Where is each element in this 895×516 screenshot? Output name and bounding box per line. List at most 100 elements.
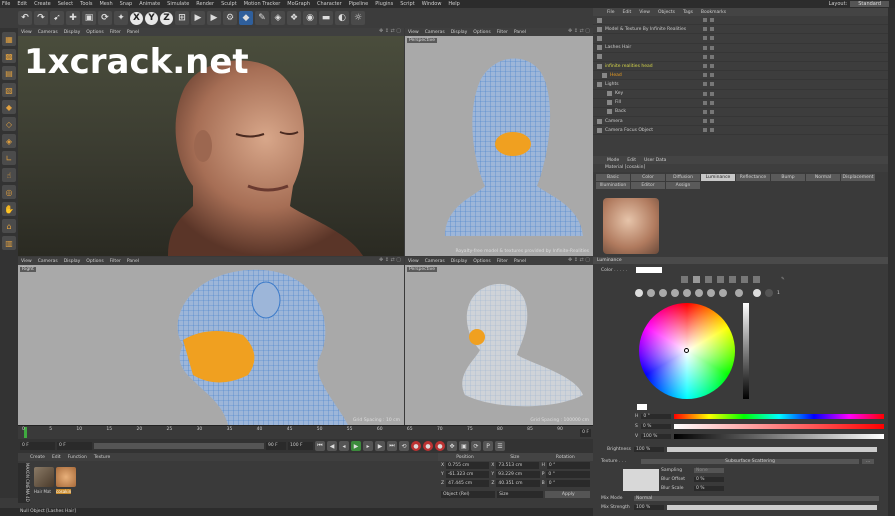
object-row[interactable]: Lights <box>593 80 888 90</box>
texture-shader-button[interactable]: Subsurface Scattering <box>641 459 860 464</box>
viewport-menu-item[interactable]: View <box>21 259 32 264</box>
viewport-menu-item[interactable]: Cameras <box>38 30 58 35</box>
size-z-field[interactable]: 40.351 cm <box>496 480 540 487</box>
polygons-mode-icon[interactable]: ◈ <box>2 134 16 148</box>
viewport-menu-item[interactable]: Panel <box>127 259 139 264</box>
hsv-slider[interactable] <box>673 424 884 429</box>
object-menu-item[interactable]: File <box>607 10 615 15</box>
viewport-menu-item[interactable]: Options <box>473 259 490 264</box>
deformer-icon[interactable]: ◉ <box>303 11 317 25</box>
viewport-menu-item[interactable]: View <box>408 30 419 35</box>
visibility-flags[interactable] <box>703 100 714 105</box>
color-wheel-picker[interactable] <box>684 348 689 353</box>
object-menu-item[interactable]: Edit <box>623 10 632 15</box>
brightness-field[interactable]: 100 % <box>633 447 664 452</box>
points-mode-icon[interactable]: ◆ <box>2 100 16 114</box>
cube-icon[interactable]: ◆ <box>239 11 253 25</box>
material-tab[interactable]: Displacement <box>841 174 875 181</box>
menu-item[interactable]: MoGraph <box>287 1 310 7</box>
texture-menu-button[interactable]: ... <box>862 459 875 464</box>
param-key-icon[interactable]: P <box>483 441 493 451</box>
material-tab[interactable]: Basic <box>596 174 630 181</box>
menu-item[interactable]: Sculpt <box>221 1 237 7</box>
prev-key-icon[interactable]: ◀ <box>327 441 337 451</box>
make-editable-icon[interactable]: ▦ <box>2 32 16 46</box>
perspective-viewport-top[interactable]: Perspective Royalty-free model & texture… <box>405 36 593 256</box>
z-axis-icon[interactable]: Z <box>160 11 173 25</box>
size-x-field[interactable]: 73.513 cm <box>496 462 540 469</box>
menu-item[interactable]: Window <box>422 1 442 7</box>
material-tab[interactable]: Normal <box>806 174 840 181</box>
record-icon[interactable]: ● <box>411 441 421 451</box>
viewport-menu-item[interactable]: View <box>408 259 419 264</box>
viewport-menu-item[interactable]: Display <box>64 259 81 264</box>
preset-swatch-icon[interactable] <box>671 289 679 297</box>
menu-item[interactable]: File <box>2 1 10 7</box>
array-icon[interactable]: ❖ <box>287 11 301 25</box>
loop-icon[interactable]: ⟲ <box>399 441 409 451</box>
timeline-menu-icon[interactable]: ☰ <box>495 441 505 451</box>
visibility-flags[interactable] <box>703 27 714 32</box>
layout-selector[interactable]: Layout: Standard <box>829 1 889 7</box>
material-menu-item[interactable]: Texture <box>94 455 110 460</box>
hsv-slider[interactable] <box>674 434 885 439</box>
object-row[interactable] <box>593 34 888 44</box>
eyedropper-icon[interactable]: ✎ <box>781 277 785 282</box>
layout-value[interactable]: Standard <box>850 1 889 7</box>
edges-mode-icon[interactable]: ◇ <box>2 117 16 131</box>
snap-icon[interactable]: ◎ <box>2 185 16 199</box>
go-to-end-icon[interactable]: ⏭ <box>387 441 397 451</box>
next-key-icon[interactable]: ▶ <box>375 441 385 451</box>
viewport-menu-item[interactable]: Filter <box>110 259 121 264</box>
object-row[interactable]: infinite realities head <box>593 62 888 72</box>
material-menu-item[interactable]: Function <box>68 455 87 460</box>
mix-strength-slider[interactable] <box>667 505 877 510</box>
object-row[interactable]: Head <box>593 71 888 81</box>
preset-swatch-icon[interactable] <box>695 289 703 297</box>
menu-item[interactable]: Edit <box>17 1 27 7</box>
mixer-mode-icon[interactable] <box>753 276 760 283</box>
texture-mode-icon[interactable]: ▤ <box>2 66 16 80</box>
end-frame-field[interactable]: 90 F <box>266 442 286 450</box>
visibility-flags[interactable] <box>703 18 714 23</box>
object-row[interactable]: Back <box>593 108 888 118</box>
viewport-menu-item[interactable]: Display <box>451 30 468 35</box>
sculpt-icon[interactable]: ✋ <box>2 202 16 216</box>
rgb-mode-icon[interactable] <box>717 276 724 283</box>
preset-swatch-icon[interactable] <box>635 289 643 297</box>
material-tab[interactable]: Bump <box>771 174 805 181</box>
visibility-flags[interactable] <box>703 73 714 78</box>
skin-material-swatch[interactable] <box>56 467 76 487</box>
menu-item[interactable]: Help <box>448 1 459 7</box>
rotation-p-field[interactable]: 0 ° <box>546 471 590 478</box>
object-row[interactable]: Model & Texture By Infinite Realities <box>593 25 888 35</box>
grid-icon[interactable]: ▥ <box>2 236 16 250</box>
menu-item[interactable]: Plugins <box>375 1 393 7</box>
perspective-viewport-bottom[interactable]: Perspective Grid Spacing : 100000 cm <box>405 265 593 425</box>
autokey-icon[interactable]: ● <box>423 441 433 451</box>
viewport-menu-item[interactable]: Panel <box>514 30 526 35</box>
menu-item[interactable]: Animate <box>139 1 160 7</box>
attribute-menu-item[interactable]: User Data <box>644 158 666 163</box>
render-settings-icon[interactable]: ⚙ <box>223 11 237 25</box>
viewport-menu-item[interactable]: Filter <box>497 259 508 264</box>
object-menu-item[interactable]: View <box>639 10 650 15</box>
viewport-menu-item[interactable]: Display <box>451 259 468 264</box>
menu-item[interactable]: Script <box>400 1 415 7</box>
subdivision-icon[interactable]: ◈ <box>271 11 285 25</box>
visibility-flags[interactable] <box>703 128 714 133</box>
viewport-menu-item[interactable]: Options <box>473 30 490 35</box>
kelvin-mode-icon[interactable] <box>741 276 748 283</box>
object-menu-item[interactable]: Objects <box>658 10 675 15</box>
material-menu-item[interactable]: Create <box>30 455 45 460</box>
keyframe-selection-icon[interactable]: ● <box>435 441 445 451</box>
color-wheel-mode-icon[interactable] <box>681 276 688 283</box>
y-axis-icon[interactable]: Y <box>145 11 158 25</box>
visibility-flags[interactable] <box>703 119 714 124</box>
viewport-menu-item[interactable]: Display <box>64 30 81 35</box>
workplane-icon[interactable]: ▧ <box>2 83 16 97</box>
position-z-field[interactable]: 47.445 cm <box>446 480 490 487</box>
viewport-menu-item[interactable]: Cameras <box>425 30 445 35</box>
move-key-icon[interactable]: ✥ <box>447 441 457 451</box>
render-viewport[interactable]: 1xcrack.net <box>18 36 404 256</box>
